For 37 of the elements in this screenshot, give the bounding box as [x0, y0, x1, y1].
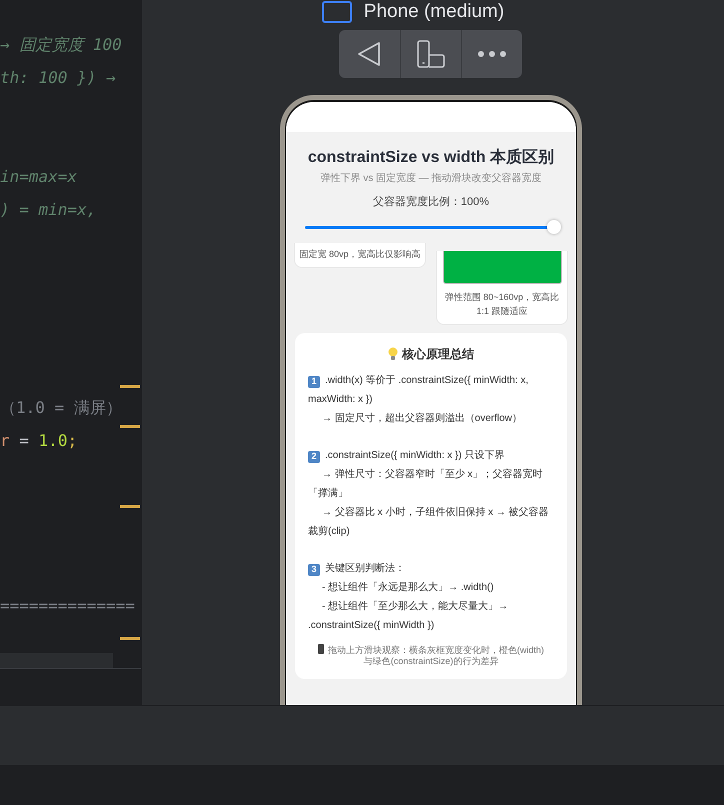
- light-bulb-icon: [388, 347, 398, 361]
- hint-note: 拖动上方滑块观察：横条灰框宽度变化时，橙色(width)与绿色(constraintSize)的行为差异: [314, 644, 548, 667]
- number-badge: 1: [308, 376, 320, 388]
- code-line: → 固定宽度 100: [0, 34, 122, 56]
- summary-line: → 弹性尺寸：父容器窄时「至少 x」；父容器宽时「撑满」: [308, 468, 544, 501]
- code-line: th: 100 }) →: [0, 67, 116, 89]
- number-badge: 2: [308, 450, 320, 462]
- summary-line: - 想让组件「永远是那么大」→ .width(): [321, 580, 495, 595]
- summary-line: 2 .constraintSize({ minWidth: x }) 只设下界: [308, 446, 554, 465]
- horizontal-scrollbar[interactable]: [0, 653, 113, 668]
- code-line: ==============: [0, 595, 135, 617]
- app-subtitle: 弹性下界 vs 固定宽度 — 拖动滑块改变父容器宽度: [320, 172, 542, 186]
- slider-label: 父容器宽度比例：100%: [372, 194, 490, 210]
- card-caption: 弹性范围 80~160vp，宽高比 1:1 跟随适应: [444, 291, 560, 318]
- number-badge: 3: [308, 564, 320, 576]
- code-line: in=max=x: [0, 166, 78, 188]
- summary-line: → 固定尺寸，超出父容器则溢出（overflow）: [321, 412, 524, 426]
- device-name: Phone (medium): [364, 0, 504, 24]
- change-marker: [120, 505, 140, 508]
- code-line: （1.0 = 满屏）: [0, 397, 122, 419]
- change-marker: [120, 425, 140, 428]
- back-icon: [356, 40, 382, 68]
- summary-line: - 想让组件「至少那么大，能大尽量大」→ .constraintSize({ minWidth }): [308, 600, 510, 633]
- change-marker: [120, 637, 140, 640]
- summary-line: → 父容器比 x 小时，子组件依旧保持 x → 被父容器裁剪(clip): [308, 506, 550, 539]
- summary-title: 核心原理总结: [402, 346, 474, 363]
- code-line: r = 1.0;: [0, 430, 78, 452]
- code-line: ) = min=x,: [0, 199, 96, 221]
- more-icon: [476, 50, 506, 58]
- summary-line: 3 关键区别判断法：: [308, 559, 554, 578]
- app-title: constraintSize vs width 本质区别: [308, 147, 554, 168]
- device-icon: [322, 1, 352, 24]
- rotate-device-icon: [416, 38, 446, 68]
- summary-line: 1 .width(x) 等价于 .constraintSize({ minWidth: x, maxWidth: x }): [308, 374, 530, 407]
- card-caption: 固定宽 80vp，宽高比仅影响高: [299, 248, 421, 262]
- change-marker: [120, 385, 140, 388]
- phone-icon: [318, 644, 324, 654]
